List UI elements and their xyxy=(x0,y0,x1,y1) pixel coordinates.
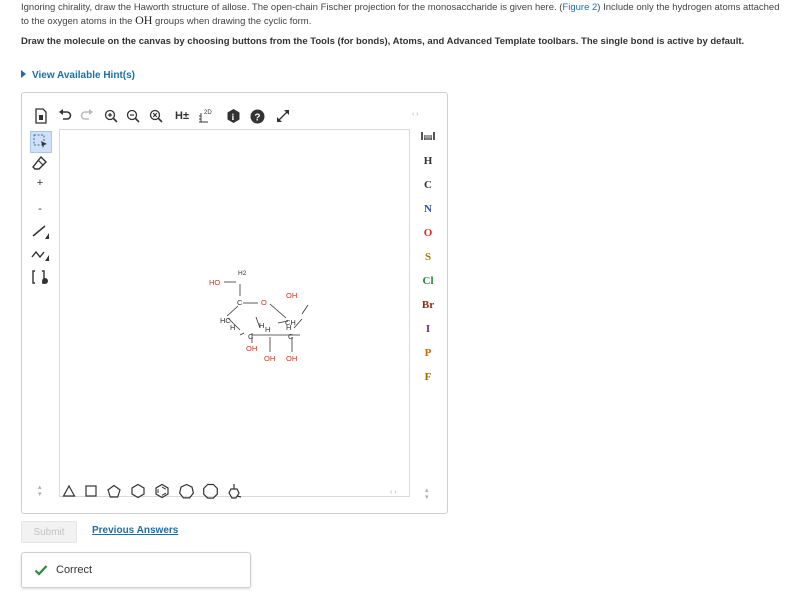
select-tool-icon[interactable] xyxy=(30,131,52,153)
cycloheptane-icon[interactable] xyxy=(178,483,195,499)
label-c: C xyxy=(237,298,243,307)
triangle-right-icon xyxy=(21,70,26,79)
atom-n-button[interactable]: N xyxy=(414,203,442,215)
atom-c-button[interactable]: C xyxy=(414,179,442,191)
templates-h-scroll-arrows[interactable]: ‹ › xyxy=(390,489,397,496)
feedback-correct: Correct xyxy=(21,552,251,588)
toolbar-scroll-arrows[interactable]: ‹ › xyxy=(412,111,419,118)
atom-cl-button[interactable]: Cl xyxy=(414,275,442,287)
atom-o-button[interactable]: O xyxy=(414,227,442,239)
oh-formula: OH xyxy=(135,13,153,27)
undo-icon[interactable] xyxy=(56,107,74,125)
atom-p-button[interactable]: P xyxy=(414,347,442,359)
zoom-in-icon[interactable] xyxy=(102,107,120,125)
cyclohexane-icon[interactable] xyxy=(130,483,146,499)
atom-s-button[interactable]: S xyxy=(414,251,442,263)
label-h2: H2 xyxy=(238,270,247,277)
label-h-c: H xyxy=(259,321,264,330)
periodic-table-icon[interactable] xyxy=(414,131,442,144)
info-hexagon-icon[interactable]: i xyxy=(224,107,242,125)
label-oh-left: OH xyxy=(246,344,257,353)
toggle-hydrogens-button[interactable]: H± xyxy=(172,107,192,125)
label-oh-top: OH xyxy=(286,291,297,300)
atom-h-button[interactable]: H xyxy=(414,155,442,167)
single-bond-icon[interactable] xyxy=(30,221,50,241)
new-document-icon[interactable] xyxy=(32,107,50,125)
cyclobutane-icon[interactable] xyxy=(84,483,98,499)
redo-icon[interactable] xyxy=(78,107,96,125)
atoms-scroll-arrows[interactable]: ▴ ▾ xyxy=(425,487,429,501)
cyclopentane-icon[interactable] xyxy=(106,483,122,499)
template-library-icon[interactable] xyxy=(226,483,243,499)
atom-i-button[interactable]: I xyxy=(414,323,442,335)
submit-button[interactable]: Submit xyxy=(21,521,77,543)
clean-structure-icon[interactable] xyxy=(146,107,166,125)
label-ho: HO xyxy=(209,278,220,287)
eraser-icon[interactable] xyxy=(30,153,50,173)
chain-tool-icon[interactable] xyxy=(30,243,50,263)
atom-f-button[interactable]: F xyxy=(414,371,442,383)
bracket-sgroup-icon[interactable] xyxy=(30,267,50,287)
atom-br-button[interactable]: Br xyxy=(414,299,442,311)
previous-answers-link[interactable]: Previous Answers xyxy=(92,525,178,536)
cyclopropane-icon[interactable] xyxy=(62,483,76,499)
feedback-label: Correct xyxy=(56,564,93,576)
question-text: Ignoring chirality, draw the Haworth str… xyxy=(21,2,780,27)
2d-text: 2D xyxy=(204,110,212,116)
cyclooctane-icon[interactable] xyxy=(202,483,219,499)
label-c-left: C xyxy=(248,332,254,341)
charge-minus-button[interactable]: - xyxy=(30,199,50,219)
figure-link[interactable]: Figure 2 xyxy=(562,2,597,13)
templates-scroll-arrows[interactable]: ▴ ▾ xyxy=(38,484,42,498)
check-icon xyxy=(34,565,48,576)
molecule-drawing: HO H2 C O OH CH HC H H C C OH OH OH H H xyxy=(209,270,309,363)
label-oh-right: OH xyxy=(286,354,297,363)
help-icon[interactable]: ? xyxy=(248,107,266,125)
fullscreen-icon[interactable] xyxy=(274,107,292,125)
view-2d-3d-button[interactable]: 2D xyxy=(196,107,218,125)
zoom-out-icon[interactable] xyxy=(124,107,142,125)
label-h-a: H xyxy=(230,323,235,332)
drawing-canvas[interactable]: HO H2 C O OH CH HC H H C C OH OH OH H H xyxy=(59,129,410,497)
benzene-icon[interactable] xyxy=(154,483,170,499)
label-h-d: H xyxy=(286,323,291,332)
label-c-right: C xyxy=(288,332,294,341)
view-hints-link[interactable]: View Available Hint(s) xyxy=(21,70,135,81)
label-oh-mid: OH xyxy=(264,354,275,363)
svg-text:?: ? xyxy=(254,112,260,123)
label-ring-o: O xyxy=(261,298,267,307)
label-h-b: H xyxy=(265,325,270,334)
task-text: Draw the molecule on the canvas by choos… xyxy=(21,36,745,47)
molecule-editor: H± 2D i ? ‹ › + - HO H2 C O OH CH HC H H… xyxy=(21,92,448,514)
charge-plus-button[interactable]: + xyxy=(30,173,50,193)
